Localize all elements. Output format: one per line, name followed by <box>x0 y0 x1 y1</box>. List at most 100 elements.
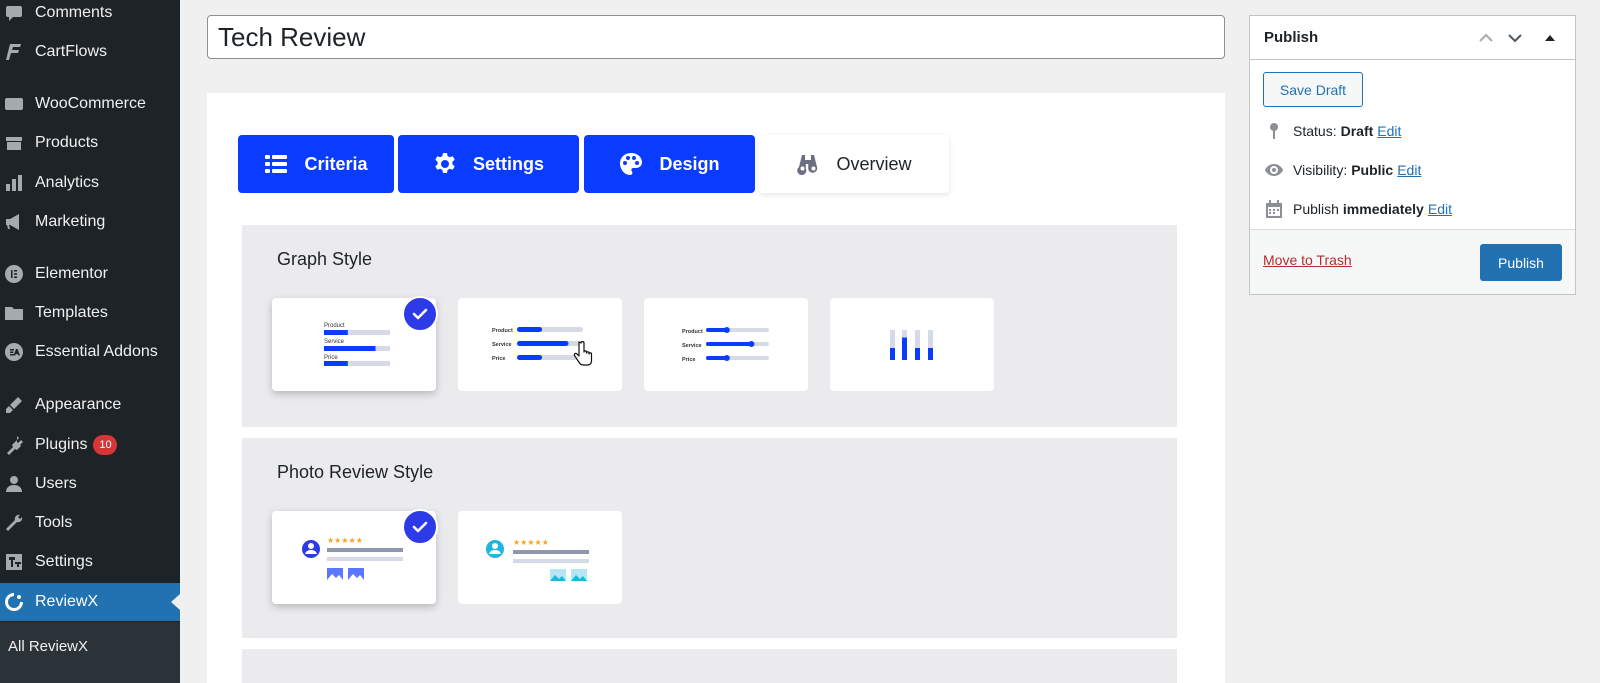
photo-style-option-2[interactable]: ★★★★★ <box>458 511 622 604</box>
graph-style-title: Graph Style <box>277 249 373 269</box>
sidebar-item-label: Analytics <box>35 174 100 191</box>
photo-style-preview: ★★★★★ <box>486 538 589 581</box>
sidebar-item-reviewx[interactable]: ReviewX <box>0 583 180 621</box>
post-title-input[interactable] <box>207 15 1225 59</box>
sidebar-item-elementor[interactable]: Elementor <box>0 255 180 293</box>
sidebar-item-woocommerce[interactable]: WooCommerce <box>0 85 180 123</box>
templates-icon <box>4 303 24 323</box>
sidebar-item-label: Templates <box>35 304 108 321</box>
pin-icon <box>1264 121 1284 141</box>
selected-check-icon <box>402 296 438 332</box>
elementor-icon <box>4 264 24 284</box>
sidebar-item-appearance[interactable]: Appearance <box>0 386 180 424</box>
analytics-icon <box>4 173 24 193</box>
reviewx-submenu: All ReviewX <box>0 622 180 683</box>
sidebar-item-tools[interactable]: Tools <box>0 504 180 542</box>
submenu-item-all-reviewx[interactable]: All ReviewX <box>8 638 88 655</box>
save-draft-button[interactable]: Save Draft <box>1263 72 1363 107</box>
plugins-icon <box>4 435 24 455</box>
sidebar-item-label: Products <box>35 134 99 151</box>
visibility-row: Visibility: Public Edit <box>1264 160 1421 180</box>
tab-label: Overview <box>836 153 912 174</box>
graph-style-preview <box>890 330 933 360</box>
sidebar-item-cartflows[interactable]: CartFlows <box>0 33 180 71</box>
gear-icon <box>433 152 457 176</box>
image-thumbnail-icon <box>571 569 587 581</box>
publish-box: Publish Save Draft Status: Draft Edit Vi… <box>1249 15 1576 295</box>
reviewx-icon <box>4 592 24 612</box>
schedule-row: Publish immediately Edit <box>1264 199 1452 219</box>
svg-text:★★★★★: ★★★★★ <box>327 536 363 545</box>
sidebar-item-essential-addons[interactable]: Essential Addons <box>0 333 180 371</box>
graph-style-preview: Product Service Price <box>492 327 593 366</box>
publish-box-footer: Move to Trash Publish <box>1250 229 1575 294</box>
svg-text:Price: Price <box>324 355 338 361</box>
calendar-icon <box>1264 199 1284 219</box>
graph-style-option-1[interactable]: Product Service Price <box>272 296 438 391</box>
chevron-down-icon[interactable] <box>1503 26 1527 50</box>
svg-text:★★★★★: ★★★★★ <box>513 538 549 547</box>
tab-label: Criteria <box>304 153 368 174</box>
list-icon <box>264 152 288 176</box>
publish-box-header: Publish <box>1250 16 1575 60</box>
woocommerce-icon <box>4 94 24 114</box>
essential-addons-icon <box>4 342 24 362</box>
schedule-edit-link[interactable]: Edit <box>1428 201 1452 217</box>
users-icon <box>4 474 24 494</box>
sidebar-item-products[interactable]: Products <box>0 124 180 162</box>
chevron-up-icon[interactable] <box>1474 26 1498 50</box>
svg-text:Product: Product <box>682 329 703 335</box>
sidebar-item-comments[interactable]: Comments <box>0 0 180 32</box>
sidebar-item-label: Appearance <box>35 396 122 413</box>
tab-settings[interactable]: Settings <box>398 135 579 193</box>
sidebar-item-label: Elementor <box>35 265 108 282</box>
tools-icon <box>4 513 24 533</box>
schedule-label: Publish <box>1293 201 1339 217</box>
sidebar-item-plugins[interactable]: Plugins 10 <box>0 426 180 464</box>
svg-text:Service: Service <box>324 339 345 345</box>
graph-style-option-2[interactable]: Product Service Price <box>458 298 622 391</box>
publish-button[interactable]: Publish <box>1480 244 1562 281</box>
graph-style-option-4[interactable] <box>830 298 994 391</box>
svg-text:Price: Price <box>492 356 505 362</box>
selected-check-icon <box>402 509 438 545</box>
tab-label: Design <box>659 153 720 174</box>
reviewx-editor-card: Criteria Settings Design Overview Graph … <box>207 93 1225 683</box>
svg-text:Service: Service <box>682 343 702 349</box>
tab-criteria[interactable]: Criteria <box>238 135 394 193</box>
sidebar-item-label: Comments <box>35 4 113 21</box>
sidebar-item-templates[interactable]: Templates <box>0 294 180 332</box>
sidebar-item-analytics[interactable]: Analytics <box>0 164 180 202</box>
sidebar-item-label: Users <box>35 475 77 492</box>
status-edit-link[interactable]: Edit <box>1377 123 1401 139</box>
photo-style-option-1[interactable]: ★★★★★ <box>272 509 438 604</box>
sidebar-item-label: Plugins <box>35 436 88 453</box>
settings-icon <box>4 552 24 572</box>
image-thumbnail-icon <box>348 568 364 580</box>
graph-style-option-3[interactable]: Product Service Price <box>644 298 808 391</box>
marketing-icon <box>4 212 24 232</box>
sidebar-item-settings[interactable]: Settings <box>0 543 180 581</box>
photo-review-style-title: Photo Review Style <box>277 462 434 482</box>
sidebar-item-label: WooCommerce <box>35 95 146 112</box>
cartflows-icon <box>4 42 24 62</box>
schedule-value: immediately <box>1342 201 1424 217</box>
sidebar-item-label: Essential Addons <box>35 343 158 360</box>
move-to-trash-link[interactable]: Move to Trash <box>1263 252 1352 268</box>
binoculars-icon <box>796 152 820 176</box>
sidebar-item-marketing[interactable]: Marketing <box>0 203 180 241</box>
sidebar-item-users[interactable]: Users <box>0 465 180 503</box>
sidebar-item-label: CartFlows <box>35 43 108 60</box>
graph-style-panel: Graph Style Product Service Price Produc… <box>242 225 1177 427</box>
graph-style-preview: Product Service Price <box>682 327 769 363</box>
publish-box-title: Publish <box>1264 29 1319 46</box>
image-thumbnail-icon <box>327 568 343 580</box>
svg-text:Product: Product <box>324 323 345 329</box>
tab-design[interactable]: Design <box>584 135 755 193</box>
status-label: Status: <box>1293 123 1337 139</box>
collapse-toggle-icon[interactable] <box>1538 26 1562 50</box>
sidebar-item-label: ReviewX <box>35 593 99 610</box>
sidebar-item-label: Tools <box>35 514 73 531</box>
visibility-edit-link[interactable]: Edit <box>1397 162 1421 178</box>
tab-overview[interactable]: Overview <box>759 135 949 193</box>
